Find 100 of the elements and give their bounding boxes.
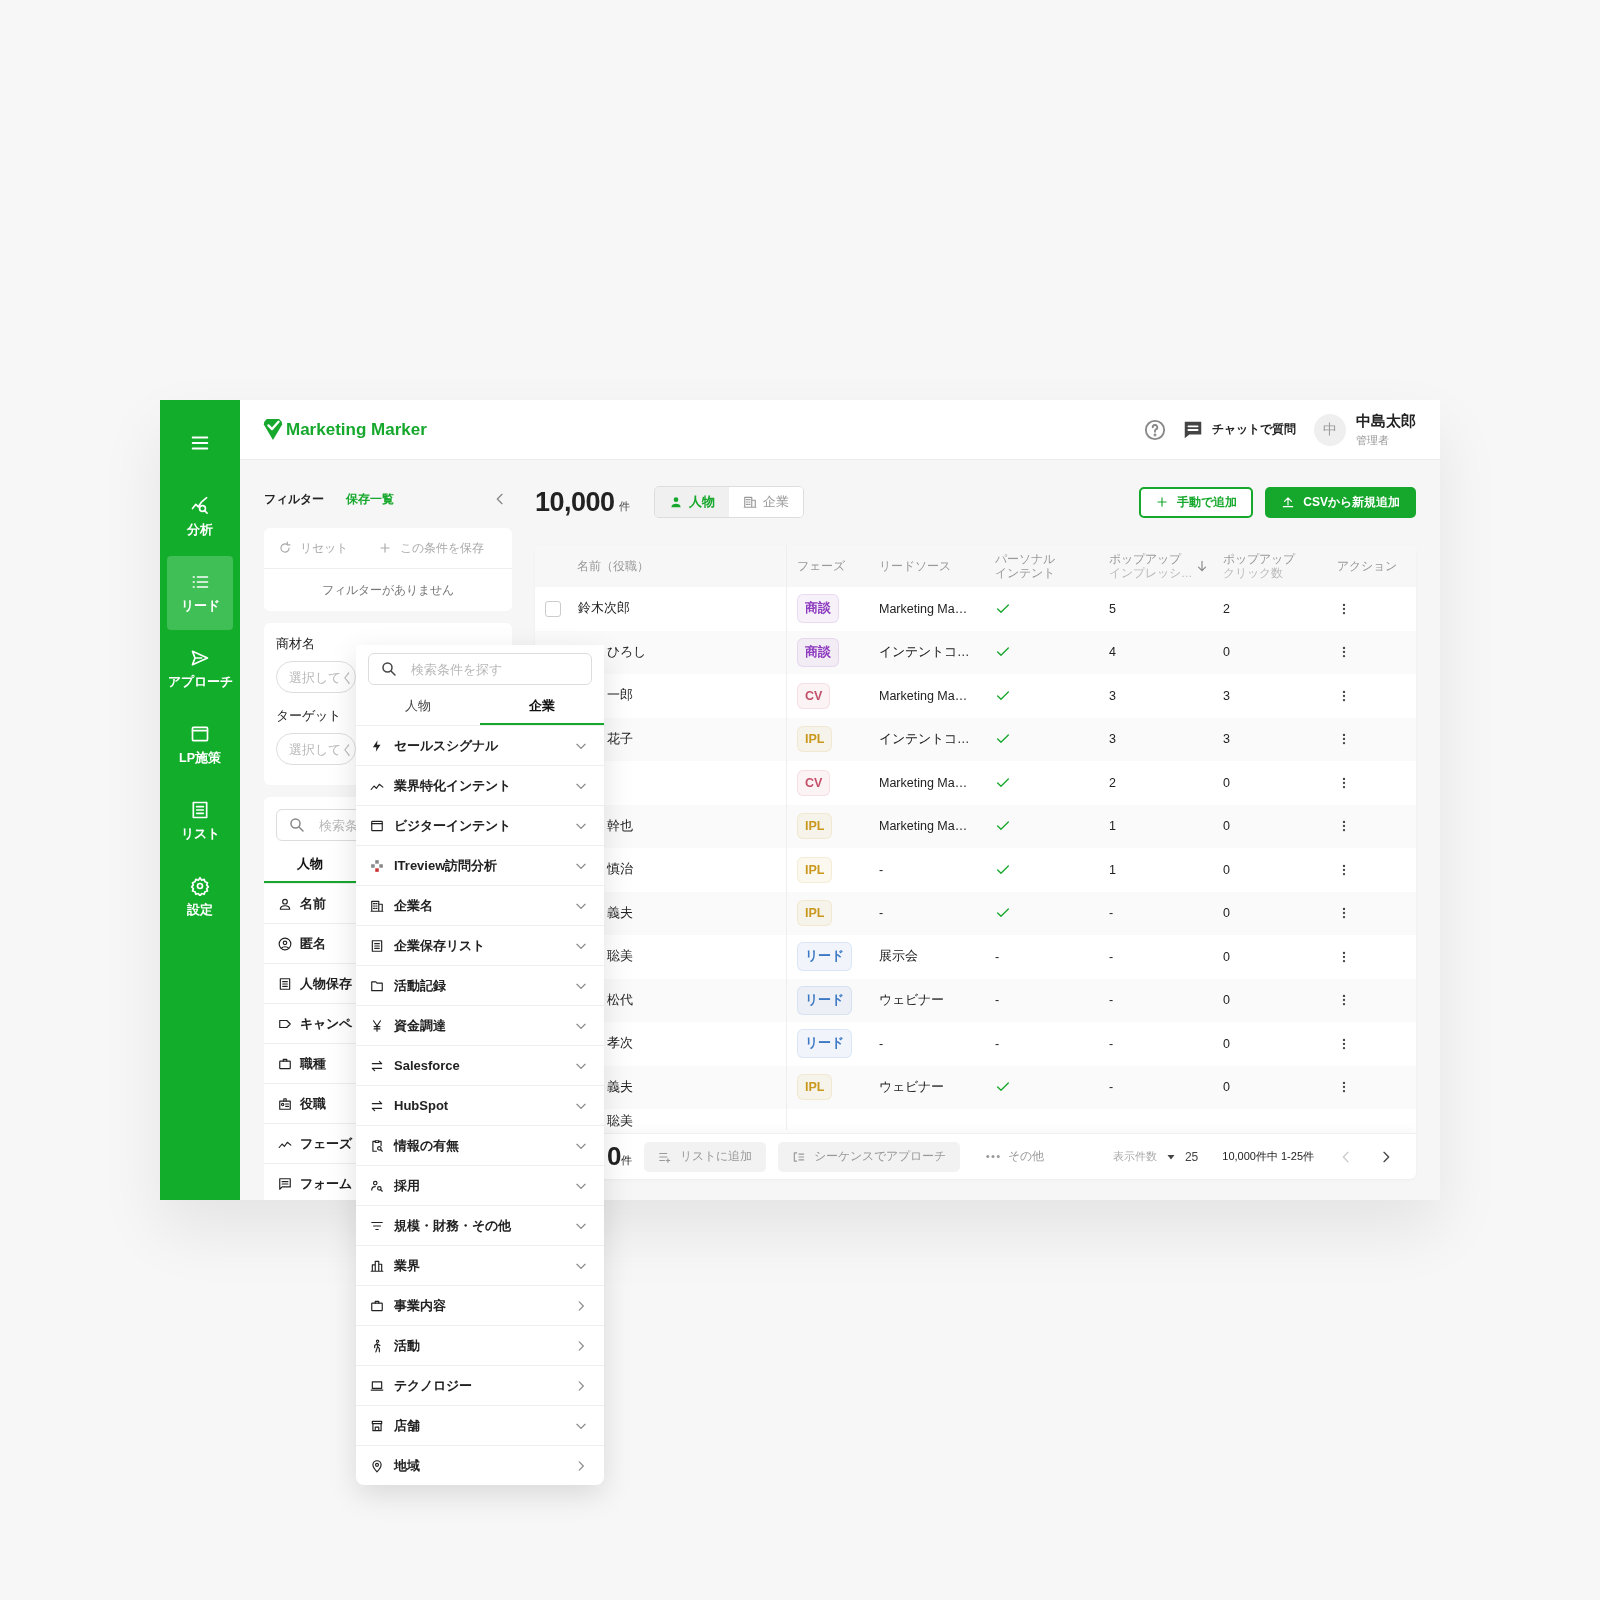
lead-name: 鈴木次郎 — [578, 600, 630, 618]
logo-pin-icon — [262, 418, 284, 441]
filter-category[interactable]: 企業名 — [356, 885, 604, 925]
folder-icon — [370, 978, 384, 993]
lead-name: 一郎 — [607, 687, 633, 705]
column-header: 名前（役職） — [577, 559, 649, 573]
column-header: ポップアップ — [1223, 551, 1295, 566]
empty-message: フィルターがありません — [321, 581, 455, 599]
id-badge-icon — [278, 1096, 292, 1111]
count-unit: 件 — [618, 498, 630, 514]
filter-category[interactable]: 業界特化インテント — [356, 765, 604, 805]
filter-category[interactable]: テクノロジー — [356, 1365, 604, 1405]
per-page-select[interactable]: 25 — [1164, 1149, 1199, 1164]
filter-category[interactable]: 情報の有無 — [356, 1125, 604, 1165]
column-header: ポップアップ — [1109, 551, 1183, 566]
filter-category[interactable]: セールスシグナル — [356, 725, 604, 765]
tab[interactable]: 人物 — [356, 689, 480, 725]
tab[interactable]: 企業 — [480, 689, 604, 725]
person-search-icon — [370, 1178, 384, 1193]
lead-source: Marketing Ma… — [879, 775, 968, 790]
buildings-icon — [370, 1258, 384, 1273]
upload-icon — [1281, 495, 1296, 509]
phase-tag: IPL — [797, 1074, 833, 1101]
lead-source: インテントコ… — [879, 730, 970, 748]
filter-category[interactable]: 事業内容 — [356, 1285, 604, 1325]
click-count: 0 — [1223, 819, 1230, 834]
filter-category[interactable]: ITreview訪問分析 — [356, 845, 604, 885]
search-icon — [380, 660, 398, 678]
phase-tag: IPL — [797, 726, 833, 753]
swap-icon — [370, 1098, 384, 1113]
logo-text: Marketing Marker — [286, 419, 427, 440]
chart-search-icon — [190, 495, 210, 516]
briefcase-icon — [278, 1056, 292, 1071]
filter-category[interactable]: 地域 — [356, 1445, 604, 1485]
lead-name: 幹也 — [607, 817, 633, 835]
lead-source: - — [879, 1036, 884, 1051]
phase-tag: CV — [797, 682, 831, 709]
column-header: リードソース — [879, 559, 951, 573]
filter-category[interactable]: 業界 — [356, 1245, 604, 1285]
impression-count: - — [1109, 949, 1114, 964]
lead-name: 慎治 — [607, 861, 633, 879]
plus-icon — [1155, 495, 1170, 509]
click-count: 2 — [1223, 601, 1230, 616]
impression-count: 1 — [1109, 862, 1116, 877]
lead-name: 花子 — [607, 730, 633, 748]
column-header: アクション — [1337, 559, 1397, 573]
click-count: 0 — [1223, 862, 1230, 877]
filter-category[interactable]: 規模・財務・その他 — [356, 1205, 604, 1245]
intent-value: - — [995, 993, 1000, 1008]
lead-source: インテントコ… — [879, 643, 970, 661]
chat-button[interactable]: チャットで質問 — [1182, 418, 1296, 441]
filter-category[interactable]: 企業保存リスト — [356, 925, 604, 965]
filter-category[interactable]: 資金調達 — [356, 1005, 604, 1045]
form-icon — [278, 1176, 292, 1191]
list-icon — [190, 799, 210, 820]
intent-value: - — [995, 1036, 1000, 1051]
phase-tag: 商談 — [797, 594, 839, 624]
lead-source: ウェビナー — [879, 991, 944, 1009]
filter-category[interactable]: 活動記録 — [356, 965, 604, 1005]
lead-name: ひろし — [607, 643, 646, 661]
row-checkbox[interactable] — [545, 600, 561, 617]
person-icon — [278, 896, 292, 911]
phase-tag: リード — [797, 942, 852, 972]
lead-source: Marketing Ma… — [879, 688, 968, 703]
more-icon — [986, 1155, 1001, 1158]
page-range: 10,000件中 1-25件 — [1222, 1149, 1314, 1164]
swap-icon — [370, 1058, 384, 1073]
lead-source: - — [879, 906, 884, 921]
selected-count: 0 — [607, 1141, 622, 1172]
filter-category[interactable]: ビジターインテント — [356, 805, 604, 845]
impression-count: - — [1109, 906, 1114, 921]
select-field[interactable]: 選択してく — [276, 733, 356, 765]
phase-tag: IPL — [797, 900, 833, 927]
impression-count: 5 — [1109, 601, 1116, 616]
sequence-icon — [792, 1149, 807, 1164]
user-role: 管理者 — [1356, 432, 1390, 448]
lead-name: 聡美 — [607, 1113, 633, 1130]
building-icon — [370, 898, 384, 913]
phase-tag: リード — [797, 985, 852, 1015]
lead-name: 聡美 — [607, 948, 633, 966]
select-field[interactable]: 選択してく — [276, 661, 356, 693]
filter-category[interactable]: HubSpot — [356, 1085, 604, 1125]
filter-category[interactable]: 採用 — [356, 1165, 604, 1205]
help-button[interactable] — [1144, 418, 1166, 441]
intent-value: - — [995, 949, 1000, 964]
impression-count: - — [1109, 1080, 1114, 1095]
filter-category[interactable]: 活動 — [356, 1325, 604, 1365]
field-label: 商材名 — [276, 635, 315, 653]
lead-source: Marketing Ma… — [879, 819, 968, 834]
impression-count: 1 — [1109, 819, 1116, 834]
click-count: 0 — [1223, 906, 1230, 921]
lead-source: - — [879, 862, 884, 877]
search-field[interactable]: 検索条件を探す — [368, 653, 592, 685]
lead-name: 義夫 — [607, 904, 633, 922]
phase-tag: 商談 — [797, 637, 839, 667]
squares-icon — [370, 858, 384, 873]
filter-category[interactable]: 店舗 — [356, 1405, 604, 1445]
filter-category[interactable]: Salesforce — [356, 1045, 604, 1085]
person-circle-icon — [278, 936, 292, 951]
window-icon — [370, 818, 384, 833]
